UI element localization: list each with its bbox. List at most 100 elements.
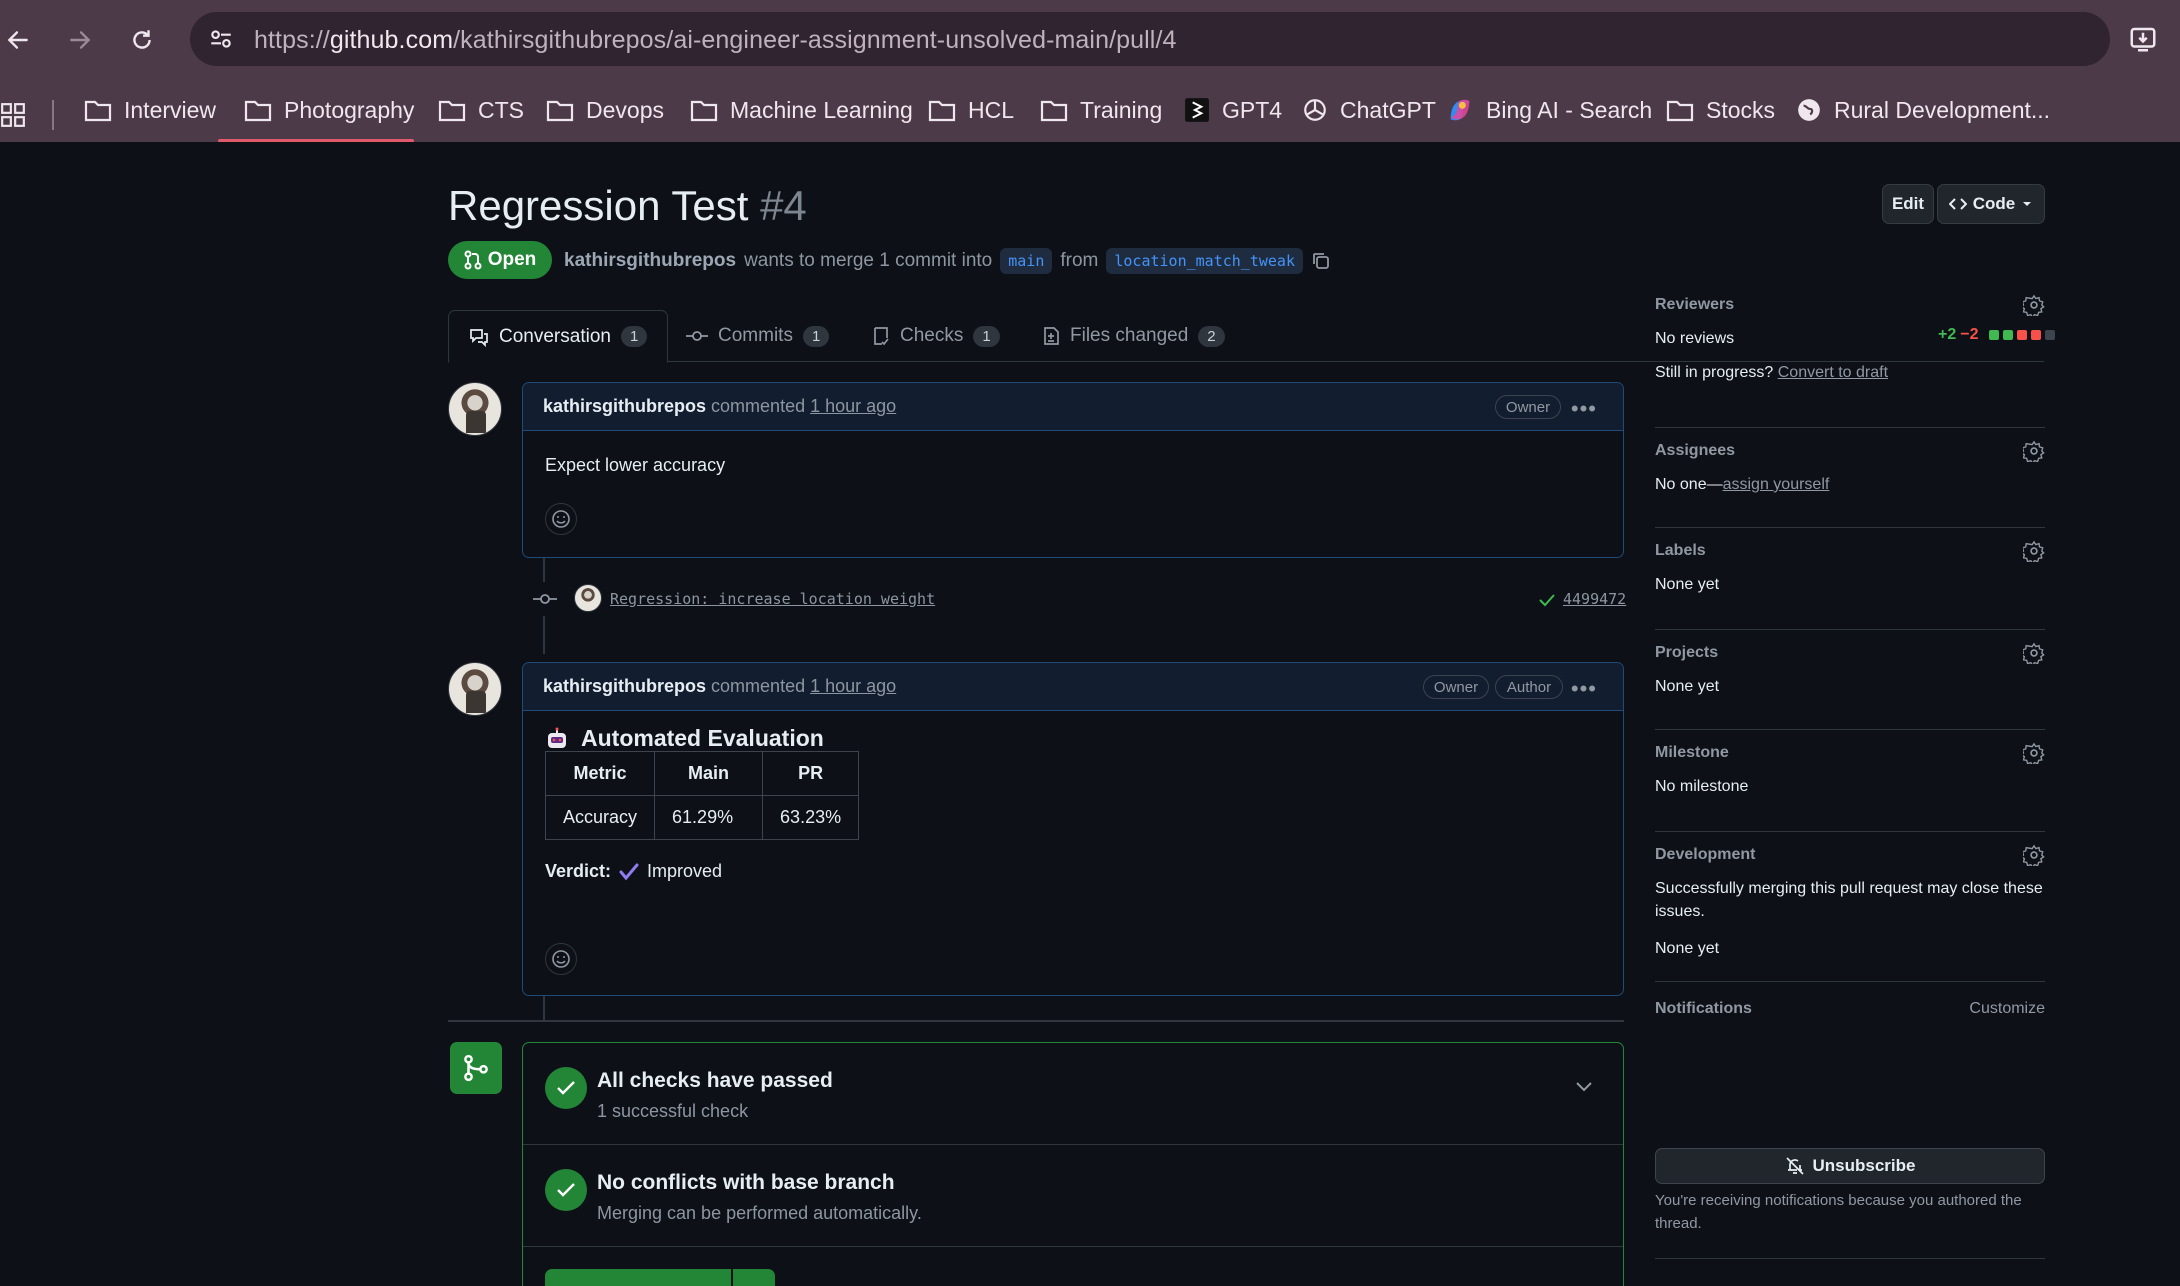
assign-yourself-link[interactable]: assign yourself <box>1723 476 1830 493</box>
customize-link[interactable]: Customize <box>1969 1000 2045 1018</box>
smiley-icon <box>552 950 570 968</box>
notification-reason: You're receiving notifications because y… <box>1655 1192 2022 1209</box>
bookmark-label: Training <box>1080 96 1163 123</box>
code-label: Code <box>1972 194 2016 213</box>
evaluation-heading-text: Automated Evaluation <box>581 725 824 751</box>
caret-down-icon <box>2023 202 2032 206</box>
reload-button[interactable] <box>124 22 160 58</box>
site-settings-icon[interactable] <box>208 26 234 52</box>
more-options-icon[interactable]: ••• <box>1571 396 1597 422</box>
comment-timestamp[interactable]: 1 hour ago <box>810 676 896 696</box>
add-reaction-button[interactable] <box>545 943 577 975</box>
arrow-right-icon <box>70 31 91 49</box>
bookmark-rural-development[interactable]: Rural Development... <box>1796 90 2050 130</box>
convert-to-draft-link[interactable]: Convert to draft <box>1778 364 1888 381</box>
comment-timestamp[interactable]: 1 hour ago <box>810 396 896 416</box>
gear-icon[interactable] <box>2023 540 2045 562</box>
bookmark-photography[interactable]: Photography <box>244 90 414 130</box>
bookmark-bing-ai[interactable]: Bing AI - Search <box>1446 90 1652 130</box>
milestone-value: No milestone <box>1655 778 1749 795</box>
progress-text: Still in progress? <box>1655 364 1774 381</box>
timeline-divider <box>448 1020 1624 1022</box>
gear-icon[interactable] <box>2023 844 2045 866</box>
check-icon <box>557 1081 575 1095</box>
bookmark-gpt4[interactable]: GPT4 <box>1184 90 1282 130</box>
comment-author[interactable]: kathirsgithubrepos <box>543 396 706 416</box>
back-button[interactable] <box>0 22 36 58</box>
comment-header: kathirsgithubrepos commented 1 hour ago … <box>523 663 1623 711</box>
sidebar-heading[interactable]: Projects <box>1655 644 1718 662</box>
bookmark-stocks[interactable]: Stocks <box>1666 90 1775 130</box>
sidebar-heading[interactable]: Development <box>1655 846 1755 864</box>
more-options-icon[interactable]: ••• <box>1571 676 1597 702</box>
table-header-row: Metric Main PR <box>544 751 860 796</box>
gpt4-logo-icon <box>1185 98 1209 122</box>
sidebar-heading[interactable]: Reviewers <box>1655 296 1734 314</box>
merge-options-button[interactable] <box>733 1269 775 1286</box>
pull-request-page: Regression Test #4 Edit Code Open kathir… <box>0 142 2180 1286</box>
code-button[interactable]: Code <box>1937 184 2045 224</box>
gear-icon[interactable] <box>2023 742 2045 764</box>
reviewers-value: No reviews <box>1655 330 1735 347</box>
tab-commits[interactable]: Commits 1 <box>666 310 849 362</box>
reload-icon <box>133 30 151 49</box>
avatar[interactable] <box>448 382 502 436</box>
sidebar-milestone: Milestone No milestone <box>1655 730 2045 832</box>
url-text[interactable]: https://github.com/kathirsgithubrepos/ai… <box>254 26 1177 55</box>
bookmark-cts[interactable]: CTS <box>438 90 524 130</box>
chevron-down-icon[interactable] <box>1575 1081 1593 1093</box>
bookmark-label: Bing AI - Search <box>1486 96 1653 123</box>
comment-meta: kathirsgithubrepos commented 1 hour ago <box>543 396 896 417</box>
install-app-icon[interactable] <box>2128 24 2158 54</box>
pr-author-link[interactable]: kathirsgithubrepos <box>564 250 736 272</box>
url-bar[interactable]: https://github.com/kathirsgithubrepos/ai… <box>190 12 2110 66</box>
base-branch-label[interactable]: main <box>1000 248 1053 274</box>
gear-icon[interactable] <box>2023 294 2045 316</box>
bookmark-machine-learning[interactable]: Machine Learning <box>690 90 913 130</box>
tab-label: Conversation <box>499 325 611 347</box>
sidebar-heading[interactable]: Milestone <box>1655 744 1729 762</box>
avatar[interactable] <box>448 662 502 716</box>
bookmark-label: Machine Learning <box>730 96 913 123</box>
sidebar-heading: Notifications <box>1655 1000 1752 1017</box>
globe-icon <box>1798 99 1820 121</box>
bookmark-interview[interactable]: Interview <box>84 90 216 130</box>
merge-status-icon <box>450 1042 502 1094</box>
commit-sha-link[interactable]: 4499472 <box>1563 590 1626 608</box>
sidebar-heading[interactable]: Assignees <box>1655 442 1735 460</box>
smiley-icon <box>552 510 570 528</box>
tab-conversation[interactable]: Conversation 1 <box>448 310 669 363</box>
folder-icon <box>546 100 574 122</box>
apps-grid-icon[interactable] <box>0 102 26 128</box>
commit-message-link[interactable]: Regression: increase location weight <box>610 590 935 608</box>
table-cell: 63.23% <box>762 795 860 840</box>
commit-icon <box>533 594 557 604</box>
commit-avatar[interactable] <box>574 584 602 612</box>
gear-icon[interactable] <box>2023 642 2045 664</box>
sidebar-notifications: Notifications Customize <box>1655 982 2045 1102</box>
head-branch-label[interactable]: location_match_tweak <box>1106 248 1303 274</box>
add-reaction-button[interactable] <box>545 503 577 535</box>
copy-icon[interactable] <box>1311 251 1331 271</box>
bookmark-divider <box>52 100 54 130</box>
bookmark-chatgpt[interactable]: ChatGPT <box>1302 90 1436 130</box>
bookmark-devops[interactable]: Devops <box>546 90 664 130</box>
unsubscribe-button[interactable]: Unsubscribe <box>1655 1148 2045 1184</box>
forward-button[interactable] <box>62 22 98 58</box>
status-badge: Open <box>448 241 552 279</box>
edit-button[interactable]: Edit <box>1882 184 1934 224</box>
bookmark-hcl[interactable]: HCL <box>928 90 1014 130</box>
draft-line: Still in progress? Convert to draft <box>1655 364 1888 382</box>
comment-author[interactable]: kathirsgithubrepos <box>543 676 706 696</box>
url-path: /kathirsgithubrepos/ai-engineer-assignme… <box>453 26 1177 54</box>
checks-status-row[interactable]: All checks have passed 1 successful chec… <box>523 1043 1623 1145</box>
chatgpt-logo-icon <box>1304 99 1326 121</box>
gear-icon[interactable] <box>2023 440 2045 462</box>
status-label: Open <box>487 249 537 270</box>
merge-button[interactable] <box>545 1269 731 1286</box>
tab-files-changed[interactable]: Files changed 2 <box>1022 310 1245 362</box>
sidebar-heading[interactable]: Labels <box>1655 542 1706 560</box>
comment-meta: kathirsgithubrepos commented 1 hour ago <box>543 676 896 697</box>
bookmark-training[interactable]: Training <box>1040 90 1162 130</box>
tab-checks[interactable]: Checks 1 <box>852 310 1020 362</box>
